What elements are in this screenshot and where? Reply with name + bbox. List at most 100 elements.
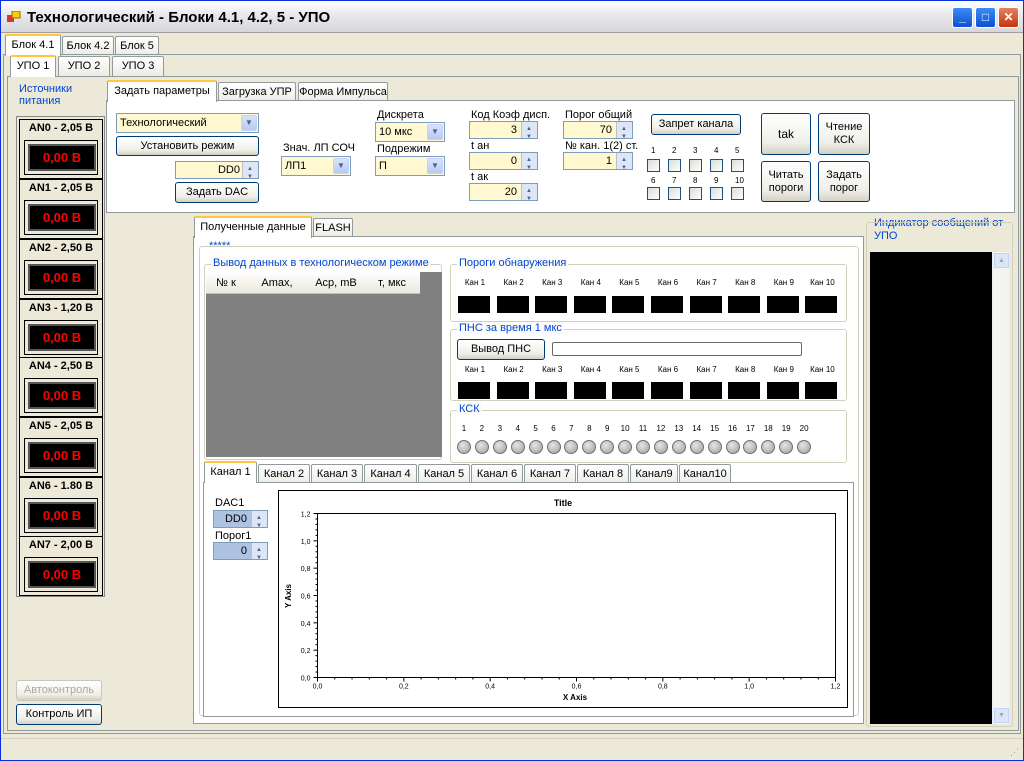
channel-chart[interactable]: Title 0,0 0,2 0,4 0,6 0,8 1,0 1,2 0,0 0,2 0,4 0,6 0… <box>278 490 848 708</box>
control-ip-button[interactable]: Контроль ИП <box>16 704 102 725</box>
tak-field[interactable]: 20 <box>469 183 538 207</box>
set-dac-button[interactable]: Задать DAC <box>175 182 259 203</box>
dd0-field[interactable]: DD0 <box>175 161 259 185</box>
porog-value: 70 <box>599 124 612 136</box>
tab-load-upr[interactable]: Загрузка УПР <box>218 82 296 102</box>
tab-upo-1[interactable]: УПО 1 <box>10 55 56 77</box>
channel-checkbox[interactable] <box>668 187 681 200</box>
checkbox-label: 10 <box>735 176 744 185</box>
x-tick-label: 0,2 <box>399 684 409 691</box>
dac-field[interactable]: DD0 <box>213 510 268 534</box>
tab-channel-3[interactable]: Канал 3 <box>311 464 363 484</box>
lp-combo[interactable]: ЛП1 ▼ <box>281 156 351 176</box>
chevron-down-icon: ▼ <box>427 124 443 140</box>
close-button[interactable]: ✕ <box>998 7 1019 28</box>
resize-grip-icon[interactable]: ⋰ <box>1010 747 1019 758</box>
maximize-button[interactable]: □ <box>975 7 996 28</box>
spin-icon[interactable] <box>521 121 537 145</box>
spin-icon[interactable] <box>251 542 267 566</box>
autocontrol-button[interactable]: Автоконтроль <box>16 680 102 701</box>
spin-icon[interactable] <box>521 152 537 176</box>
ban-channel-button[interactable]: Запрет канала <box>651 114 741 135</box>
tab-channel-8[interactable]: Канал 8 <box>577 464 629 484</box>
set-mode-button[interactable]: Установить режим <box>116 136 259 156</box>
tab-channel-1[interactable]: Канал 1 <box>204 461 257 483</box>
tab-channel-10[interactable]: Канал10 <box>679 464 731 484</box>
channel-checkbox[interactable] <box>731 159 744 172</box>
channel-checkbox[interactable] <box>710 187 723 200</box>
discrete-combo[interactable]: 10 мкс ▼ <box>375 122 445 142</box>
threshold-cell <box>458 296 490 313</box>
channel-checkbox[interactable] <box>647 187 660 200</box>
scroll-up-icon[interactable]: ▲ <box>994 253 1009 268</box>
channel-porog-field[interactable]: 0 <box>213 542 268 566</box>
spin-icon[interactable] <box>521 183 537 207</box>
tab-pulse-form[interactable]: Форма Импульса <box>298 82 388 102</box>
spin-icon[interactable] <box>616 152 632 176</box>
spin-icon[interactable] <box>251 510 267 534</box>
pns-output-button[interactable]: Вывод ПНС <box>457 339 545 360</box>
read-thresholds-button[interactable]: Читать пороги <box>761 161 811 202</box>
lp-label: Знач. ЛП СОЧ <box>283 142 355 154</box>
tab-block-4-2[interactable]: Блок 4.2 <box>62 36 114 56</box>
source-name: AN3 - 1,20 В <box>28 302 94 314</box>
col-header: т, мкс <box>378 277 406 289</box>
indicator-scrollbar[interactable]: ▲ ▼ <box>992 252 1009 724</box>
tak-button[interactable]: tak <box>761 113 811 155</box>
checkbox-label: 5 <box>735 146 740 155</box>
read-ksk-button[interactable]: Чтение КСК <box>818 113 870 155</box>
tab-channel-7[interactable]: Канал 7 <box>524 464 576 484</box>
x-tick-label: 1,0 <box>744 684 754 691</box>
kan-field[interactable]: 1 <box>563 152 633 176</box>
source-value: 0,00 В <box>28 264 96 291</box>
ksk-led <box>510 440 525 454</box>
channel-label: Кан 3 <box>542 365 563 374</box>
channel-checkbox[interactable] <box>689 187 702 200</box>
channel-label: Кан 9 <box>773 278 794 287</box>
ksk-number: 8 <box>587 424 592 433</box>
threshold-cell <box>496 296 529 313</box>
tab-channel-9[interactable]: Канал9 <box>630 464 678 484</box>
threshold-cell <box>689 296 722 313</box>
indicator-area[interactable]: ▲ ▼ <box>870 252 1009 724</box>
channel-checkbox[interactable] <box>731 187 744 200</box>
tab-upo-2[interactable]: УПО 2 <box>58 56 110 76</box>
code-field[interactable]: 3 <box>469 121 538 145</box>
spin-icon[interactable] <box>242 161 258 185</box>
pns-cell <box>651 382 683 399</box>
tab-upo-3[interactable]: УПО 3 <box>112 56 164 76</box>
col-header: Amax, <box>261 277 293 289</box>
source-value: 0,00 В <box>28 144 96 171</box>
tab-received-data[interactable]: Полученные данные <box>194 216 312 238</box>
tab-channel-6[interactable]: Канал 6 <box>471 464 523 484</box>
tab-channel-5[interactable]: Канал 5 <box>418 464 470 484</box>
power-source-an1: AN1 - 2,05 В 0,00 В <box>19 179 103 239</box>
channel-checkbox[interactable] <box>689 159 702 172</box>
tab-flash[interactable]: FLASH <box>313 218 353 238</box>
tab-channel-2[interactable]: Канал 2 <box>258 464 310 484</box>
spin-icon[interactable] <box>616 121 632 145</box>
output-table[interactable]: № к Amax, Acp, mB т, мкс <box>206 272 442 457</box>
channel-label: Кан 4 <box>580 365 601 374</box>
scroll-down-icon[interactable]: ▼ <box>994 708 1009 723</box>
tan-field[interactable]: 0 <box>469 152 538 176</box>
y-tick-label: 1,0 <box>301 539 311 546</box>
channel-checkbox[interactable] <box>668 159 681 172</box>
submode-combo[interactable]: П ▼ <box>375 156 445 176</box>
tab-block-4-1[interactable]: Блок 4.1 <box>5 34 61 56</box>
title-bar[interactable]: Технологический - Блоки 4.1, 4.2, 5 - УП… <box>1 1 1023 33</box>
minimize-button[interactable]: _ <box>952 7 973 28</box>
tab-block-5[interactable]: Блок 5 <box>115 36 159 56</box>
pns-cell <box>496 382 529 399</box>
porog-field[interactable]: 70 <box>563 121 633 145</box>
ksk-number: 12 <box>656 424 666 433</box>
plot-area <box>317 513 836 678</box>
threshold-cell <box>766 296 799 313</box>
tab-channel-4[interactable]: Канал 4 <box>364 464 417 484</box>
channel-checkbox[interactable] <box>647 159 660 172</box>
set-threshold-button[interactable]: Задать порог <box>818 161 870 202</box>
channel-checkbox[interactable] <box>710 159 723 172</box>
channel-label: Кан 6 <box>657 365 679 374</box>
tab-set-params[interactable]: Задать параметры <box>107 80 217 102</box>
mode-combo[interactable]: Технологический ▼ <box>116 113 259 133</box>
